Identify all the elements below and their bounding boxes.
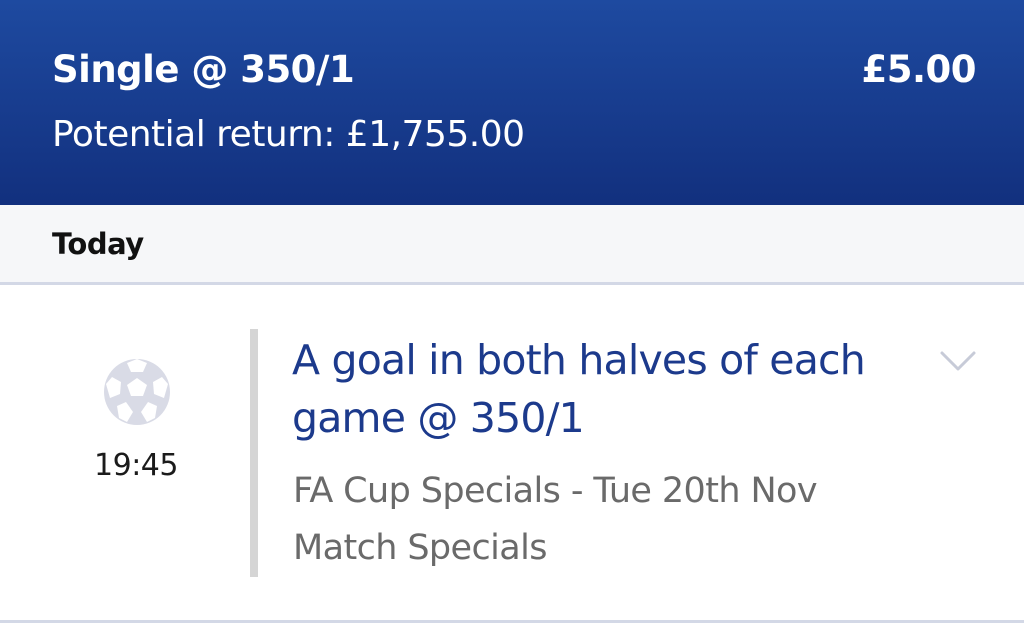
market-label: Match Specials	[293, 528, 547, 568]
kickoff-time: 19:45	[94, 448, 178, 483]
chevron-down-icon[interactable]	[936, 343, 980, 379]
bottom-divider	[0, 620, 1024, 623]
potential-return: Potential return: £1,755.00	[52, 114, 525, 155]
stake-amount: £5.00	[861, 48, 976, 91]
bet-type-label: Single @ 350/1	[52, 48, 355, 91]
event-details: FA Cup Specials - Tue 20th Nov Match Spe…	[293, 463, 953, 577]
date-header: Today	[0, 205, 1024, 285]
competition-label: FA Cup Specials - Tue 20th Nov	[293, 471, 818, 511]
divider	[250, 329, 258, 577]
date-label: Today	[52, 227, 144, 261]
bet-selection-row[interactable]: 19:45 A goal in both halves of each game…	[0, 285, 1024, 621]
football-icon	[104, 359, 170, 425]
bet-slip-header: Single @ 350/1 £5.00 Potential return: £…	[0, 0, 1024, 205]
selection-title[interactable]: A goal in both halves of each game @ 350…	[292, 331, 932, 447]
